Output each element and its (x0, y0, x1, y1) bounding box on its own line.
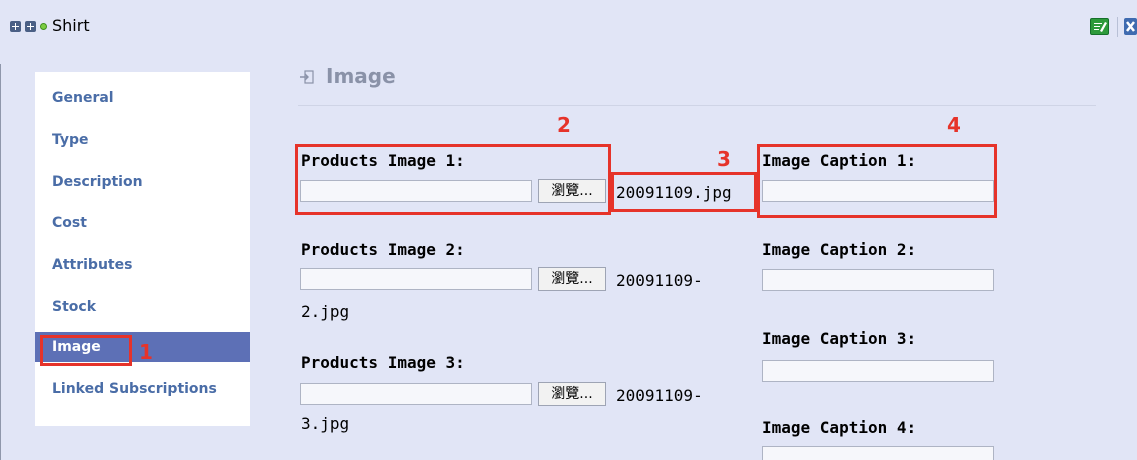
panel-border (0, 64, 1, 460)
import-icon (300, 70, 317, 89)
products-image-3-browse-button[interactable]: 瀏覽... (538, 382, 606, 406)
image-caption-3-label: Image Caption 3: (762, 329, 917, 348)
products-image-3-filename: 20091109- (616, 386, 703, 405)
expand-icon[interactable] (25, 21, 36, 32)
annotation-number-1: 1 (139, 340, 153, 364)
section-title: Image (326, 64, 396, 88)
window-title: Shirt (52, 16, 90, 35)
close-icon[interactable] (1124, 18, 1137, 35)
annotation-box-2 (295, 144, 611, 215)
toolbar-separator (1117, 17, 1118, 37)
products-image-2-input[interactable] (300, 268, 532, 290)
status-dot-icon (40, 23, 47, 30)
sidebar-item-attributes[interactable]: Attributes (35, 250, 250, 280)
products-image-2-label: Products Image 2: (301, 240, 465, 259)
annotation-box-3 (611, 172, 757, 212)
products-image-3-filename-cont: 3.jpg (301, 414, 350, 433)
annotation-box-4 (757, 144, 997, 218)
sidebar-item-type[interactable]: Type (35, 125, 250, 155)
image-caption-4-label: Image Caption 4: (762, 418, 917, 437)
products-image-2-filename: 20091109- (616, 271, 703, 290)
sidebar-item-linked-subscriptions[interactable]: Linked Subscriptions (35, 374, 250, 404)
edit-icon[interactable] (1090, 18, 1109, 35)
sidebar-item-description[interactable]: Description (35, 167, 250, 197)
products-image-3-label: Products Image 3: (301, 353, 465, 372)
sidebar: General Type Description Cost Attributes… (35, 72, 250, 426)
expand-icon[interactable] (10, 21, 21, 32)
image-caption-2-label: Image Caption 2: (762, 240, 917, 259)
sidebar-item-stock[interactable]: Stock (35, 292, 250, 322)
section-divider (298, 105, 1096, 106)
image-caption-3-input[interactable] (762, 360, 994, 382)
products-image-3-input[interactable] (300, 383, 532, 405)
image-caption-4-input[interactable] (762, 446, 994, 460)
sidebar-item-general[interactable]: General (35, 83, 250, 113)
image-caption-2-input[interactable] (762, 269, 994, 291)
sidebar-item-cost[interactable]: Cost (35, 208, 250, 238)
annotation-number-4: 4 (947, 113, 961, 137)
annotation-number-3: 3 (717, 147, 731, 171)
annotation-box-1 (40, 335, 132, 366)
products-image-2-browse-button[interactable]: 瀏覽... (538, 267, 606, 291)
annotation-number-2: 2 (557, 113, 571, 137)
window-titlebar: Shirt (0, 0, 1137, 62)
products-image-2-filename-cont: 2.jpg (301, 302, 350, 321)
